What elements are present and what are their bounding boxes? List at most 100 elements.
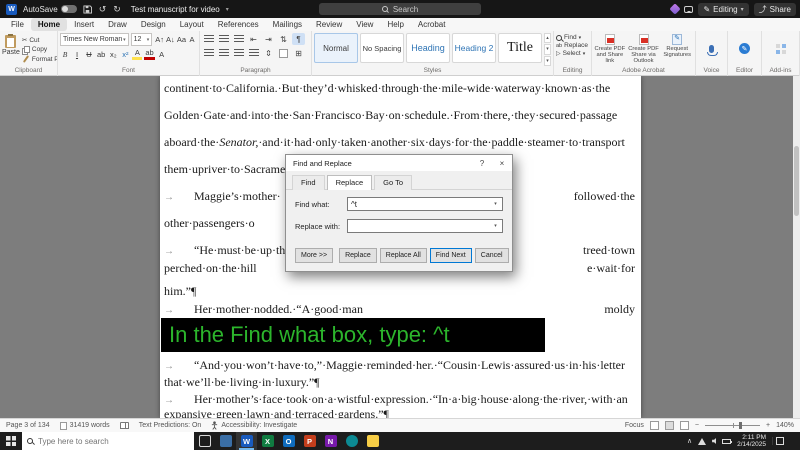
zoom-slider[interactable] — [705, 422, 760, 429]
gallery-down-icon[interactable]: ▾ — [544, 44, 551, 55]
find-what-input[interactable]: ^t ▾ — [347, 197, 503, 211]
taskbar-powerpoint-icon[interactable]: P — [299, 432, 320, 450]
font-format-button[interactable]: ab — [96, 48, 106, 60]
align-center-icon[interactable] — [217, 47, 230, 59]
volume-icon[interactable] — [712, 438, 717, 444]
save-icon[interactable] — [83, 4, 92, 14]
vertical-scrollbar[interactable] — [793, 76, 800, 418]
chevron-down-icon[interactable]: ▾ — [489, 223, 502, 229]
editor-icon[interactable]: ✎ — [739, 43, 750, 54]
ribbon-tab[interactable]: File — [4, 18, 31, 31]
font-format-button[interactable]: x₂ — [108, 48, 118, 60]
zoom-out-icon[interactable]: − — [695, 422, 699, 429]
dictate-microphone-icon[interactable] — [707, 44, 718, 56]
justify-icon[interactable] — [247, 47, 260, 59]
show-paragraph-marks-icon[interactable]: ¶ — [292, 33, 305, 45]
align-left-icon[interactable] — [202, 47, 215, 59]
multilevel-list-icon[interactable] — [232, 33, 245, 45]
dialog-tab[interactable]: Find — [292, 175, 325, 190]
dialog-title-bar[interactable]: Find and Replace ? × — [286, 155, 512, 171]
font-size-combo[interactable]: 12 ▾ — [130, 33, 153, 46]
ribbon-tab[interactable]: References — [211, 18, 266, 31]
format-painter-button[interactable]: Format Painter — [22, 55, 57, 63]
font-format-button[interactable]: A — [157, 48, 167, 60]
copy-button[interactable]: Copy — [22, 46, 57, 53]
ribbon-tab[interactable]: Acrobat — [411, 18, 453, 31]
taskbar-edge-icon[interactable] — [341, 432, 362, 450]
dialog-close-icon[interactable]: × — [492, 155, 512, 171]
zoom-slider-thumb[interactable] — [739, 422, 743, 429]
start-button[interactable] — [0, 432, 22, 450]
gallery-more-icon[interactable]: ▾ — [544, 55, 551, 66]
replace-all-button[interactable]: Replace All — [379, 248, 427, 263]
zoom-level[interactable]: 140% — [776, 422, 794, 429]
chevron-down-icon[interactable]: ▾ — [489, 201, 502, 207]
style-item[interactable]: No Spacing — [360, 33, 404, 63]
cancel-button[interactable]: Cancel — [474, 248, 509, 263]
font-format-button[interactable]: U — [84, 48, 94, 60]
style-item[interactable]: Heading 2 — [452, 33, 496, 63]
battery-icon[interactable] — [722, 438, 733, 444]
search-box[interactable]: Search — [319, 3, 481, 15]
ribbon-tab[interactable]: Review — [309, 18, 349, 31]
taskbar-task-view-icon[interactable] — [194, 432, 215, 450]
borders-icon[interactable]: ⊞ — [292, 47, 305, 59]
focus-button[interactable]: Focus — [625, 422, 644, 429]
bullet-list-icon[interactable] — [202, 33, 215, 45]
taskbar-search-input[interactable] — [38, 436, 168, 446]
dialog-tab[interactable]: Go To — [374, 175, 412, 190]
proofing-status[interactable] — [119, 422, 129, 429]
taskbar-clock[interactable]: 2:11 PM 2/14/2025 — [737, 434, 766, 449]
taskbar-word-icon[interactable]: W — [236, 432, 257, 450]
autosave-toggle[interactable]: AutoSave — [23, 5, 77, 14]
ribbon-tab[interactable]: Insert — [67, 18, 101, 31]
dialog-help-icon[interactable]: ? — [472, 155, 492, 171]
scrollbar-thumb[interactable] — [794, 146, 799, 216]
increase-indent-icon[interactable]: ⇥ — [262, 33, 275, 45]
find-button[interactable]: Find ▾ — [556, 34, 589, 41]
create-pdf-outlook-button[interactable]: Create PDF Share via Outlook — [628, 33, 660, 66]
undo-icon[interactable]: ↺ — [99, 4, 107, 14]
dialog-tab[interactable]: Replace — [326, 175, 373, 190]
action-center-button[interactable] — [772, 437, 786, 445]
font-format-button[interactable]: I — [72, 48, 82, 60]
document-title[interactable]: Test manuscript for video — [131, 5, 220, 14]
gallery-up-icon[interactable]: ▴ — [544, 33, 551, 44]
taskbar-onenote-icon[interactable]: N — [320, 432, 341, 450]
taskbar-outlook-icon[interactable]: O — [278, 432, 299, 450]
ribbon-tab[interactable]: Draw — [101, 18, 134, 31]
accessibility-status[interactable]: Accessibility: Investigate — [211, 421, 297, 430]
font-tool-button[interactable]: Aa — [176, 34, 187, 46]
addins-icon[interactable] — [775, 43, 786, 54]
style-item[interactable]: Heading — [406, 33, 450, 63]
taskbar-search[interactable] — [22, 432, 194, 450]
replace-button[interactable]: ab Replace — [556, 42, 589, 49]
title-chevron-icon[interactable]: ▾ — [226, 6, 229, 13]
create-pdf-share-link-button[interactable]: Create PDF and Share link — [594, 33, 626, 66]
shading-icon[interactable] — [277, 47, 290, 59]
text-predictions[interactable]: Text Predictions: On — [139, 422, 202, 429]
ribbon-tab[interactable]: View — [349, 18, 380, 31]
replace-with-input[interactable]: ▾ — [347, 219, 503, 233]
taskbar-mail-icon[interactable] — [215, 432, 236, 450]
font-format-button[interactable]: x² — [120, 48, 130, 60]
taskbar-file-explorer-icon[interactable] — [362, 432, 383, 450]
sort-icon[interactable]: ⇅ — [277, 33, 290, 45]
font-format-button[interactable]: B — [60, 48, 70, 60]
ribbon-tab[interactable]: Mailings — [266, 18, 309, 31]
page-count[interactable]: Page 3 of 134 — [6, 422, 50, 429]
ribbon-tab[interactable]: Layout — [173, 18, 211, 31]
web-layout-icon[interactable] — [679, 421, 689, 430]
style-item[interactable]: Title — [498, 33, 542, 63]
font-format-button[interactable]: ab — [144, 48, 155, 60]
tray-expand-icon[interactable]: ∧ — [687, 437, 692, 445]
share-button[interactable]: ⤴ Share — [753, 2, 796, 16]
ribbon-tab[interactable]: Home — [30, 18, 68, 31]
ribbon-tab[interactable]: Design — [134, 18, 173, 31]
font-format-button[interactable]: A — [132, 48, 143, 60]
decrease-indent-icon[interactable]: ⇤ — [247, 33, 260, 45]
request-signatures-button[interactable]: ✎ Request Signatures — [661, 33, 693, 66]
select-button[interactable]: ▷ Select ▾ — [556, 50, 589, 57]
font-tool-button[interactable]: A↑ — [154, 34, 165, 46]
cut-button[interactable]: ✂ Cut — [22, 36, 57, 45]
